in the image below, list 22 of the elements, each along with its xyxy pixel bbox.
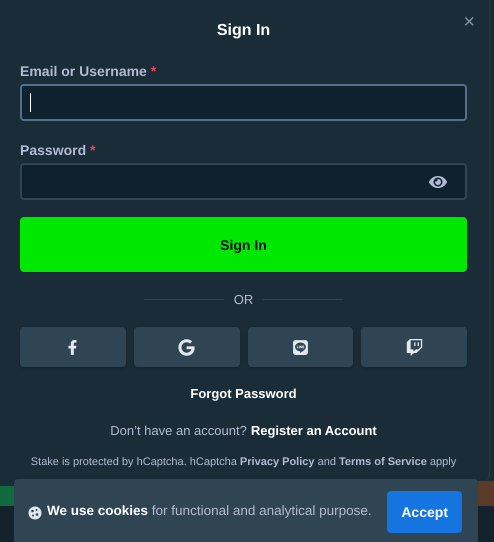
password-field[interactable] xyxy=(20,163,467,200)
dialog-title: Sign In xyxy=(216,22,270,40)
sign-in-button[interactable]: Sign In xyxy=(20,217,467,272)
cookie-message: We use cookies for functional and analytical purpose. xyxy=(47,502,372,520)
register-link[interactable]: Register an Account xyxy=(250,423,377,438)
speech-bubble-icon xyxy=(292,338,309,356)
input-field[interactable] xyxy=(20,84,467,121)
field-label: Password * xyxy=(20,142,96,158)
captcha-note: Stake is protected by hCaptcha. hCaptcha Privacy Policy and Terms of Service apply xyxy=(30,456,456,468)
forgot-password-link[interactable]: Forgot Password xyxy=(190,386,297,401)
close-button[interactable]: × xyxy=(461,12,477,32)
register-prompt: Don’t have an account? xyxy=(110,423,247,438)
letter-g-icon xyxy=(178,338,196,356)
social-login-button[interactable] xyxy=(361,327,467,367)
divider-label: OR xyxy=(234,292,254,307)
accept-button[interactable]: Accept xyxy=(387,491,462,533)
chat-box-icon xyxy=(406,338,423,356)
social-login-button[interactable] xyxy=(248,327,354,367)
text-cursor xyxy=(30,93,31,112)
cookie-icon xyxy=(28,506,42,520)
field-label: Email or Username * xyxy=(20,63,156,79)
social-login-button[interactable] xyxy=(134,327,240,367)
